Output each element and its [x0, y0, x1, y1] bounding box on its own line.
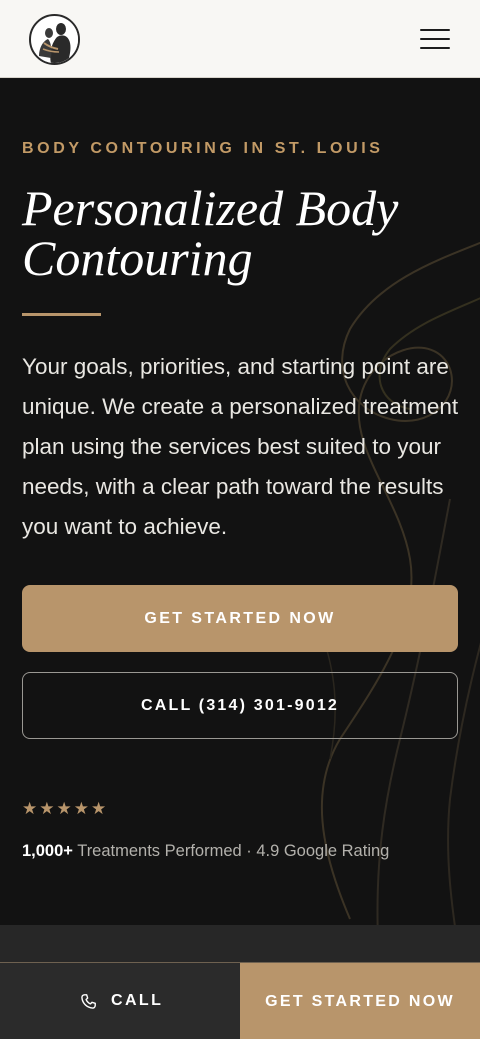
sticky-call-label: CALL: [111, 992, 164, 1009]
sticky-action-bar: CALL GET STARTED NOW: [0, 962, 480, 1039]
social-proof-stats: 1,000+ Treatments Performed · 4.9 Google…: [22, 842, 462, 861]
hero-description: Your goals, priorities, and starting poi…: [22, 354, 459, 539]
sticky-call-button[interactable]: CALL: [0, 963, 240, 1039]
sticky-get-started-button[interactable]: GET STARTED NOW: [240, 963, 480, 1039]
rating-stars: ★★★★★: [22, 799, 109, 819]
treatments-count: 1,000+: [22, 842, 73, 860]
hero-section: BODY CONTOURING IN ST. LOUIS Personalize…: [0, 79, 480, 925]
silhouette-logo-icon[interactable]: [29, 14, 80, 65]
hamburger-menu-icon[interactable]: [418, 26, 452, 52]
call-phone-button[interactable]: CALL (314) 301-9012: [22, 672, 458, 739]
menu-line: [420, 29, 450, 31]
hero-eyebrow: BODY CONTOURING IN ST. LOUIS: [22, 140, 384, 157]
phone-icon: [81, 994, 96, 1009]
menu-line: [420, 47, 450, 49]
get-started-button[interactable]: GET STARTED NOW: [22, 585, 458, 652]
page-title: Personalized Body Contouring: [22, 183, 462, 283]
site-header: [0, 0, 480, 78]
stats-text: Treatments Performed · 4.9 Google Rating: [72, 842, 390, 860]
next-section-edge: [0, 925, 480, 962]
title-divider: [22, 313, 101, 316]
title-line: Contouring: [22, 230, 253, 286]
decorative-line-art: [319, 241, 480, 925]
menu-line: [420, 38, 450, 40]
title-line: Personalized Body: [22, 180, 399, 236]
